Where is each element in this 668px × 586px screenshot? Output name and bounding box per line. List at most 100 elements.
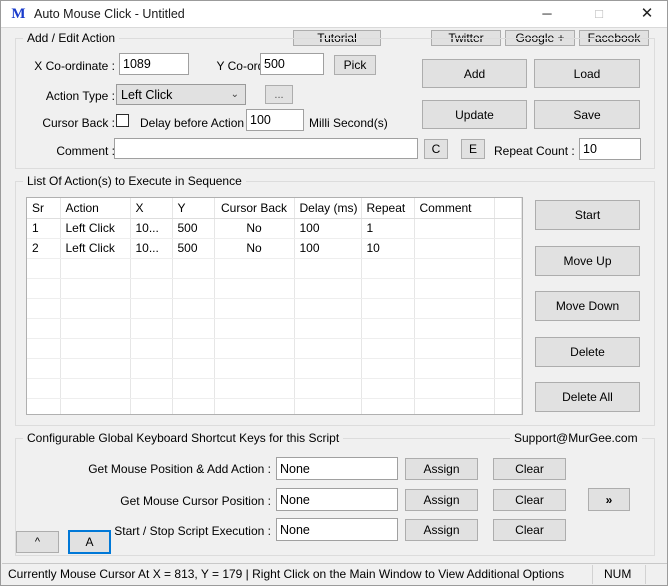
maximize-button[interactable]: □ bbox=[576, 1, 622, 27]
cell-x: 10... bbox=[130, 218, 173, 239]
close-button[interactable]: ✕ bbox=[624, 1, 667, 27]
action-options-button[interactable]: ... bbox=[265, 85, 293, 104]
cell-empty bbox=[414, 338, 495, 359]
column-header-delay[interactable]: Delay (ms) bbox=[294, 198, 362, 219]
column-header-sr[interactable]: Sr bbox=[27, 198, 61, 219]
y-coordinate-input[interactable] bbox=[260, 53, 324, 75]
cell-repeat: 1 bbox=[361, 218, 415, 239]
clear-button-cursor-position[interactable]: Clear bbox=[493, 489, 566, 511]
load-button[interactable]: Load bbox=[534, 59, 640, 88]
column-header-cursor-back[interactable]: Cursor Back bbox=[214, 198, 295, 219]
table-row-empty[interactable] bbox=[27, 258, 522, 279]
clear-button-start-stop[interactable]: Clear bbox=[493, 519, 566, 541]
cell-cursor-back: No bbox=[214, 238, 295, 259]
table-row-empty[interactable] bbox=[27, 318, 522, 339]
status-bar: Currently Mouse Cursor At X = 813, Y = 1… bbox=[2, 563, 667, 584]
delete-button[interactable]: Delete bbox=[535, 337, 640, 367]
cell-empty bbox=[294, 258, 362, 279]
always-on-top-button[interactable]: A bbox=[68, 530, 111, 554]
cell-y: 500 bbox=[172, 238, 215, 259]
comment-input[interactable] bbox=[114, 138, 418, 159]
cell-empty bbox=[172, 378, 215, 399]
table-row-empty[interactable] bbox=[27, 298, 522, 319]
minimize-button[interactable]: ─ bbox=[524, 1, 570, 27]
cell-empty bbox=[27, 378, 61, 399]
cell-empty bbox=[172, 398, 215, 414]
clear-fields-button[interactable]: C bbox=[424, 139, 448, 159]
action-list-table[interactable]: Sr Action X Y Cursor Back Delay (ms) Rep… bbox=[26, 197, 523, 415]
table-row-empty[interactable] bbox=[27, 398, 522, 414]
add-button[interactable]: Add bbox=[422, 59, 527, 88]
cell-action: Left Click bbox=[60, 238, 131, 259]
column-header-action[interactable]: Action bbox=[60, 198, 131, 219]
save-button[interactable]: Save bbox=[534, 100, 640, 129]
edit-fields-button[interactable]: E bbox=[461, 139, 485, 159]
support-email-label: Support@MurGee.com bbox=[510, 432, 642, 444]
cell-empty bbox=[27, 258, 61, 279]
cell-sr: 2 bbox=[27, 238, 61, 259]
cell-empty bbox=[214, 378, 295, 399]
move-down-button[interactable]: Move Down bbox=[535, 291, 640, 321]
assign-button-cursor-position[interactable]: Assign bbox=[405, 489, 478, 511]
table-row-empty[interactable] bbox=[27, 358, 522, 379]
column-header-extra[interactable] bbox=[494, 198, 522, 219]
start-button[interactable]: Start bbox=[535, 200, 640, 230]
cell-empty bbox=[361, 318, 415, 339]
chevron-down-icon: ⌄ bbox=[230, 89, 239, 100]
table-header-row: Sr Action X Y Cursor Back Delay (ms) Rep… bbox=[27, 198, 522, 219]
cell-empty bbox=[60, 318, 131, 339]
cell-extra bbox=[494, 218, 522, 239]
cell-empty bbox=[414, 278, 495, 299]
clear-button-add-action[interactable]: Clear bbox=[493, 458, 566, 480]
repeat-count-input[interactable] bbox=[579, 138, 641, 160]
shortcut-input-cursor-position[interactable] bbox=[276, 488, 398, 511]
x-coordinate-label: X Co-ordinate : bbox=[34, 59, 115, 73]
cell-empty bbox=[494, 318, 522, 339]
cell-empty bbox=[172, 338, 215, 359]
table-row-empty[interactable] bbox=[27, 278, 522, 299]
cursor-back-checkbox[interactable] bbox=[116, 114, 129, 127]
collapse-button[interactable]: ^ bbox=[16, 531, 59, 553]
app-logo-icon: M bbox=[11, 6, 26, 22]
cell-empty bbox=[361, 338, 415, 359]
column-header-x[interactable]: X bbox=[130, 198, 173, 219]
cell-delay: 100 bbox=[294, 218, 362, 239]
column-header-y[interactable]: Y bbox=[172, 198, 215, 219]
x-coordinate-input[interactable] bbox=[119, 53, 189, 75]
column-header-repeat[interactable]: Repeat bbox=[361, 198, 415, 219]
cell-empty bbox=[172, 318, 215, 339]
shortcut-input-add-action[interactable] bbox=[276, 457, 398, 480]
cell-empty bbox=[60, 398, 131, 414]
action-type-value: Left Click bbox=[121, 88, 173, 102]
cell-empty bbox=[172, 258, 215, 279]
column-header-comment[interactable]: Comment bbox=[414, 198, 495, 219]
cell-empty bbox=[60, 338, 131, 359]
cell-empty bbox=[60, 298, 131, 319]
cell-empty bbox=[27, 318, 61, 339]
pick-button[interactable]: Pick bbox=[334, 55, 376, 75]
table-row[interactable]: 1 Left Click 10... 500 No 100 1 bbox=[27, 218, 522, 239]
cell-cursor-back: No bbox=[214, 218, 295, 239]
shortcut-input-start-stop[interactable] bbox=[276, 518, 398, 541]
expand-options-button[interactable]: » bbox=[588, 488, 630, 511]
status-divider-1 bbox=[592, 565, 593, 584]
cell-empty bbox=[294, 378, 362, 399]
delete-all-button[interactable]: Delete All bbox=[535, 382, 640, 412]
action-type-select[interactable]: Left Click ⌄ bbox=[116, 84, 246, 105]
cell-empty bbox=[294, 298, 362, 319]
cell-empty bbox=[294, 338, 362, 359]
move-up-button[interactable]: Move Up bbox=[535, 246, 640, 276]
cell-delay: 100 bbox=[294, 238, 362, 259]
update-button[interactable]: Update bbox=[422, 100, 527, 129]
assign-button-add-action[interactable]: Assign bbox=[405, 458, 478, 480]
cell-empty bbox=[60, 378, 131, 399]
assign-button-start-stop[interactable]: Assign bbox=[405, 519, 478, 541]
title-bar: M Auto Mouse Click - Untitled ─ □ ✕ bbox=[1, 1, 667, 28]
shortcut-keys-group-title: Configurable Global Keyboard Shortcut Ke… bbox=[23, 432, 344, 444]
table-row[interactable]: 2 Left Click 10... 500 No 100 10 bbox=[27, 238, 522, 259]
status-divider-2 bbox=[645, 565, 646, 584]
delay-before-action-input[interactable] bbox=[246, 109, 304, 131]
table-row-empty[interactable] bbox=[27, 338, 522, 359]
cell-empty bbox=[27, 398, 61, 414]
table-row-empty[interactable] bbox=[27, 378, 522, 399]
